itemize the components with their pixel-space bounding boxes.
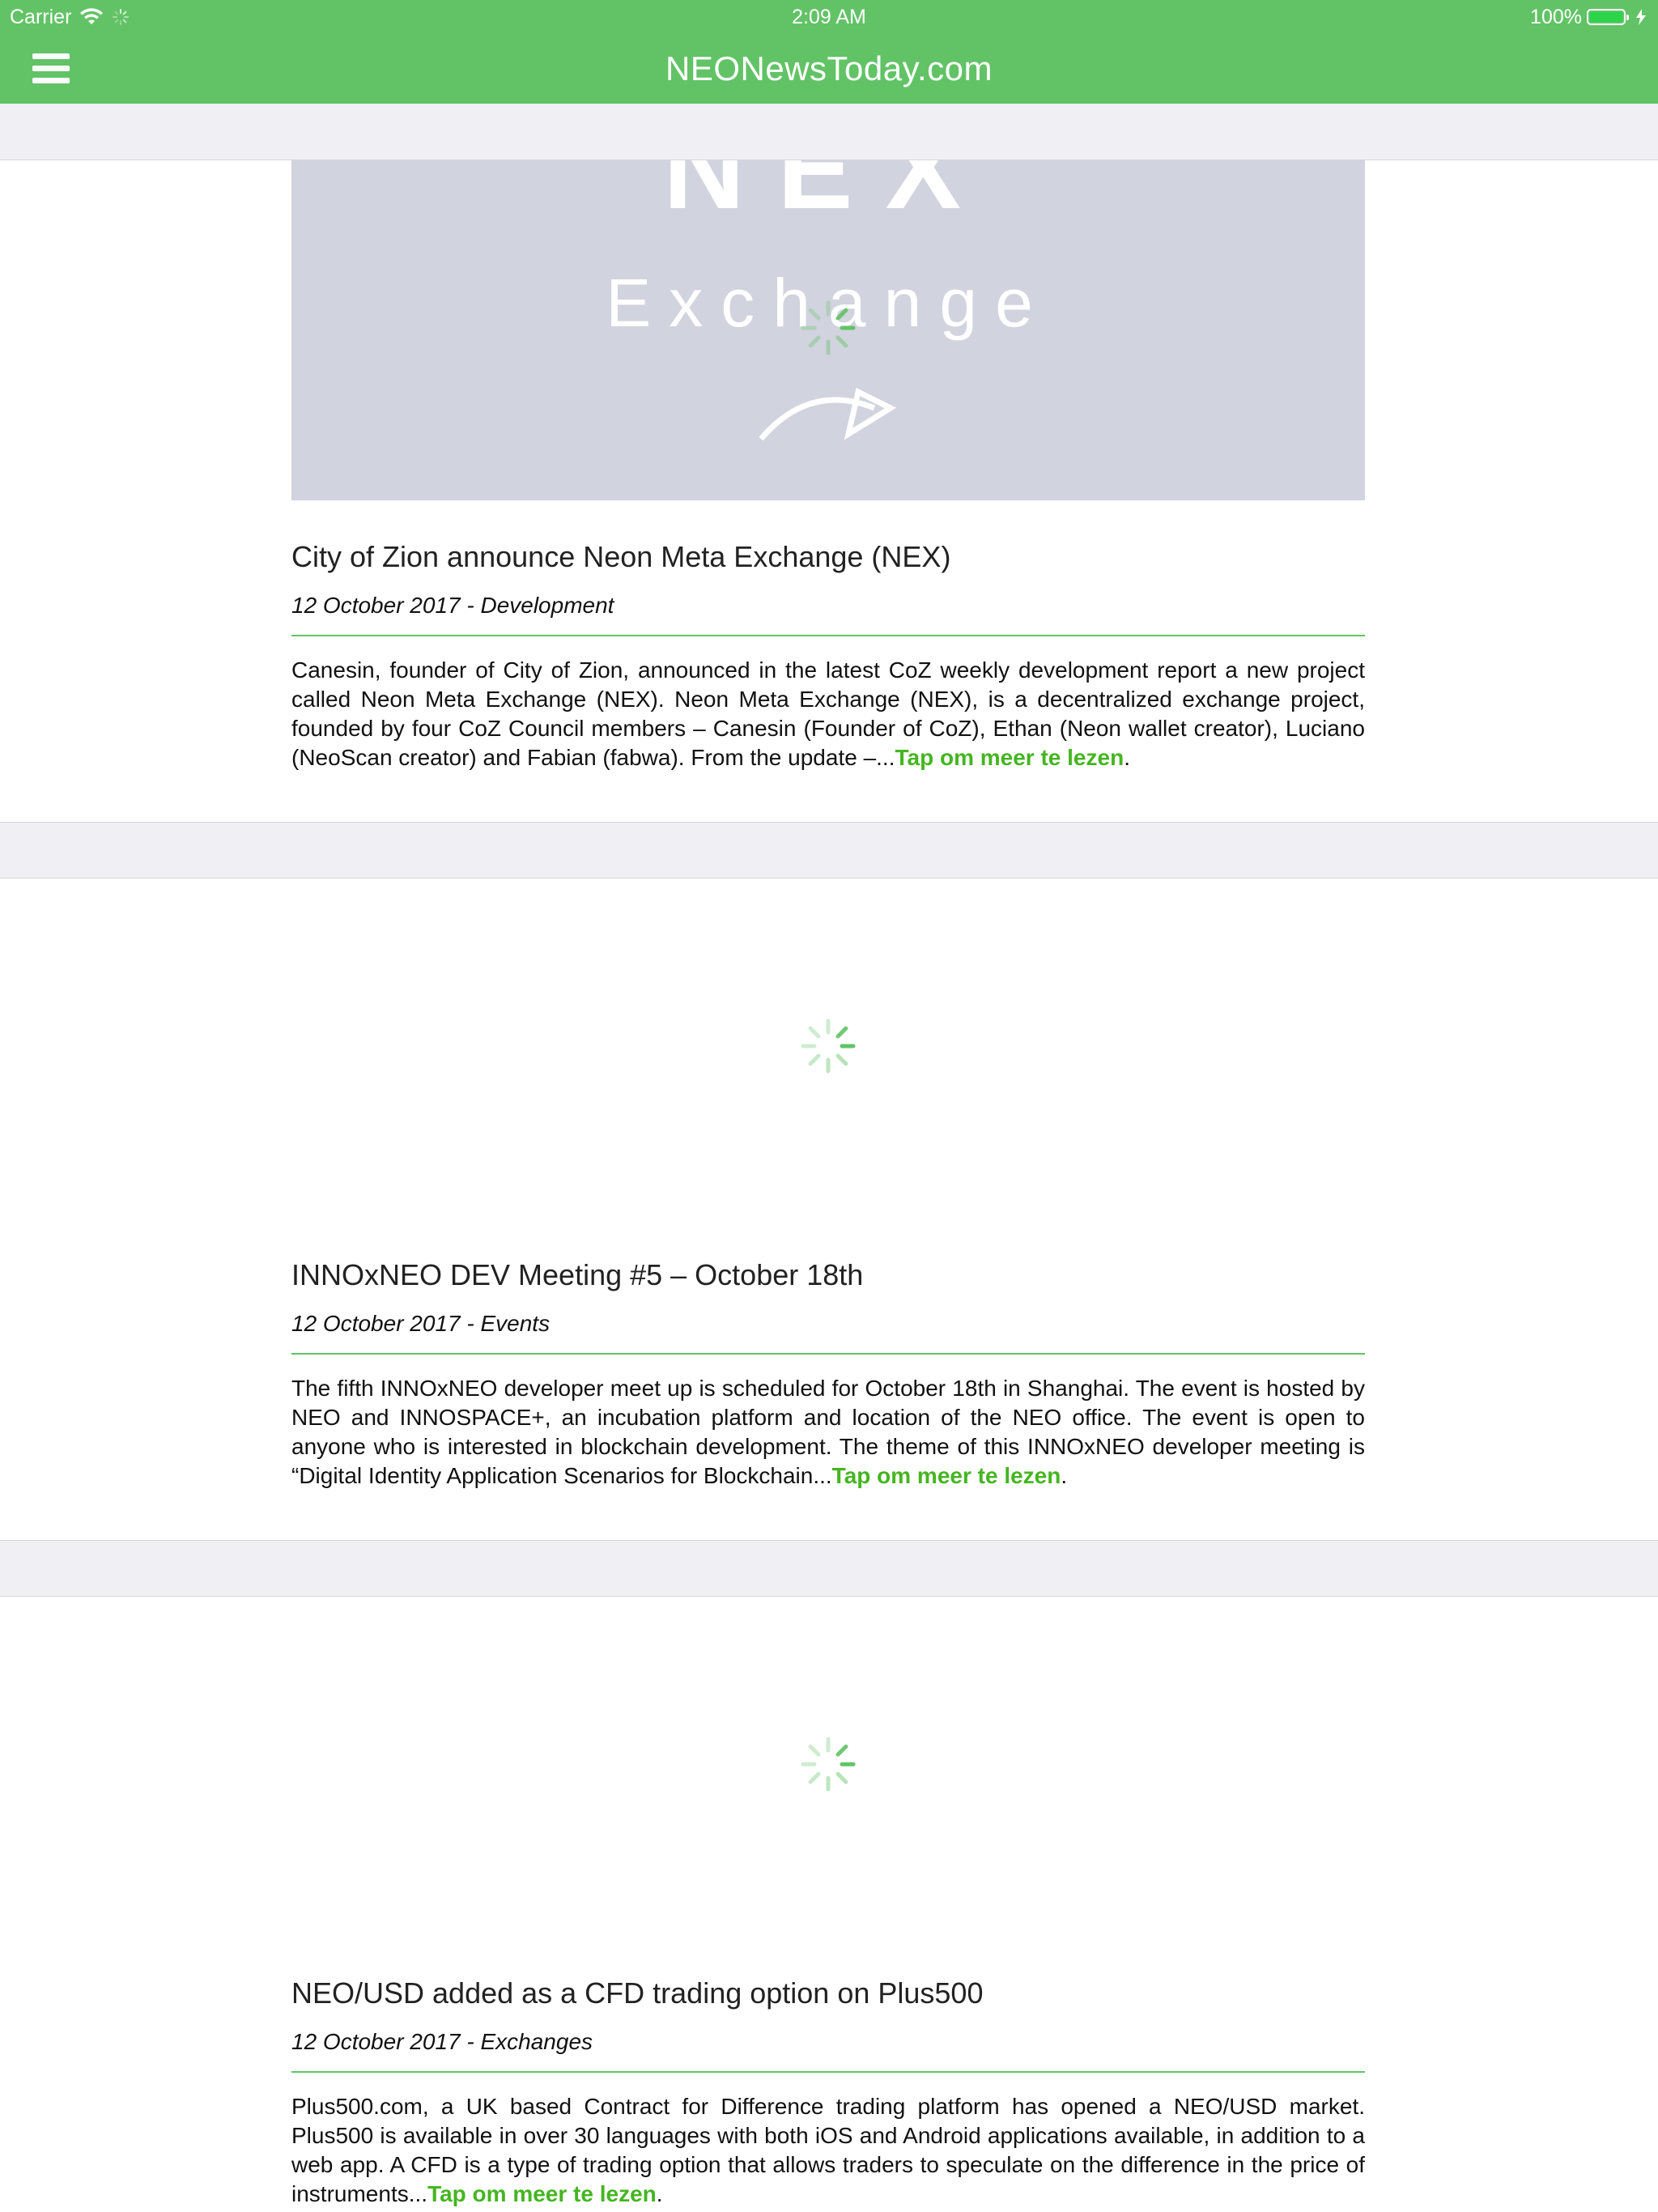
loading-spinner-icon [801,1019,856,1074]
article-excerpt: Plus500.com, a UK based Contract for Dif… [291,2092,1365,2209]
excerpt-trail: . [1124,745,1130,770]
feed-separator [0,822,1658,878]
charging-bolt-icon [1636,9,1646,25]
status-time: 2:09 AM [792,6,866,28]
excerpt-trail: . [1061,1463,1068,1488]
read-more-link[interactable]: Tap om meer te lezen [832,1463,1061,1488]
excerpt-trail: . [656,2181,663,2206]
article-title[interactable]: NEO/USD added as a CFD trading option on… [291,1976,1365,2011]
article-meta: 12 October 2017 - Exchanges [291,2029,593,2054]
title-divider [291,2071,1365,2073]
read-more-link[interactable]: Tap om meer te lezen [895,745,1124,770]
article-meta: 12 October 2017 - Development [291,593,614,618]
loading-spinner-icon [801,1737,856,1792]
article-title[interactable]: INNOxNEO DEV Meeting #5 – October 18th [291,1257,1365,1293]
read-more-link[interactable]: Tap om meer te lezen [427,2181,657,2206]
status-battery: 100% [1530,0,1647,34]
excerpt-text: The fifth INNOxNEO developer meet up is … [291,1376,1365,1488]
status-bar: Carrier 2:09 AM 100% [0,0,1658,34]
excerpt-text: Canesin, founder of City of Zion, announ… [291,657,1365,770]
battery-icon [1587,9,1629,25]
article-excerpt: The fifth INNOxNEO developer meet up is … [291,1374,1365,1491]
article-excerpt: Canesin, founder of City of Zion, announ… [291,656,1365,772]
curved-arrow-icon [759,387,897,441]
image-caption-top: NEX [663,160,993,232]
title-divider [291,1353,1365,1355]
article-title[interactable]: City of Zion announce Neon Meta Exchange… [291,539,1365,575]
article-image-placeholder[interactable] [291,878,1365,1219]
feed-separator [0,104,1658,160]
article-meta: 12 October 2017 - Events [291,1311,551,1336]
battery-percentage: 100% [1530,6,1582,28]
feed-separator [0,1540,1658,1597]
title-divider [291,635,1365,636]
article-image-placeholder[interactable] [291,1597,1365,1937]
article-image[interactable]: NEX Exchange [291,160,1365,500]
loading-spinner-icon [801,300,856,355]
nav-title: NEONewsToday.com [665,49,993,87]
navigation-bar: NEONewsToday.com [0,34,1658,104]
